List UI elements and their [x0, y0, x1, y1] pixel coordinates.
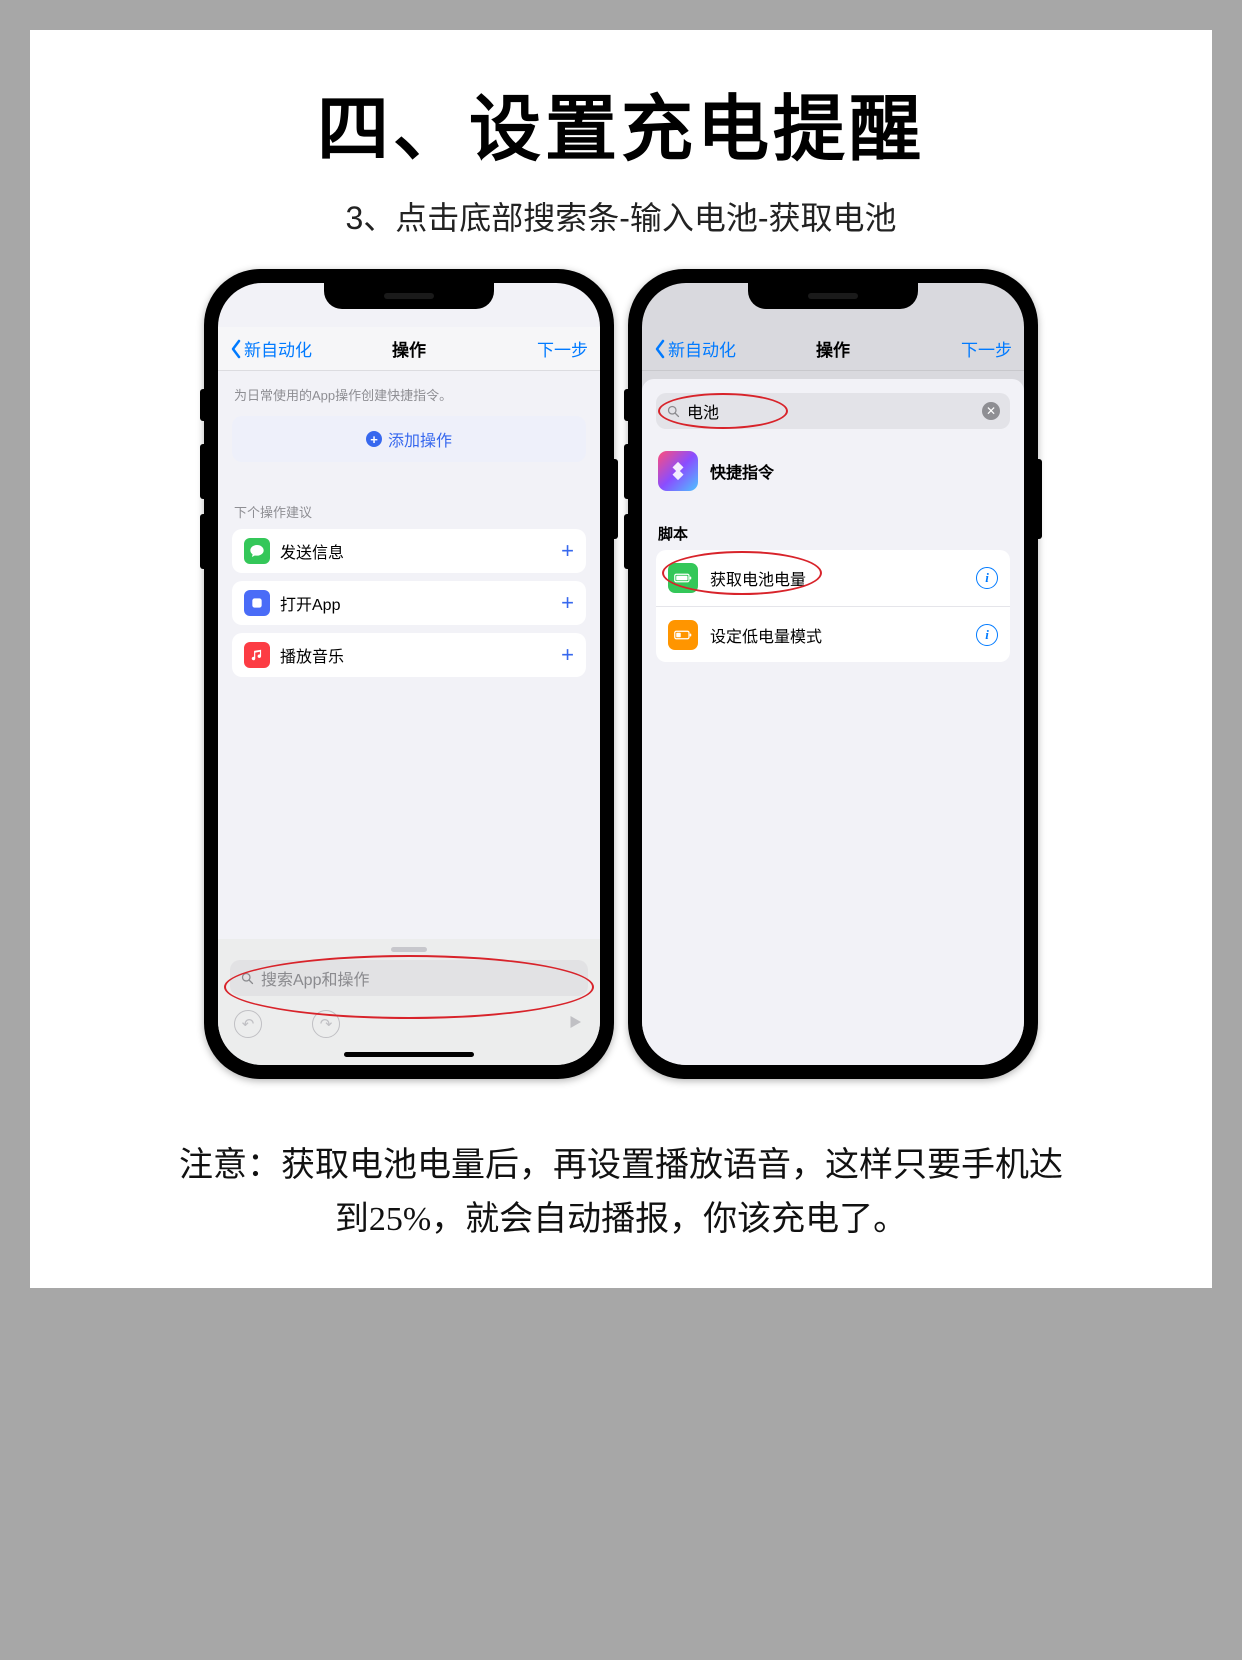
battery-icon: [668, 563, 698, 593]
suggestion-label: 发送信息: [280, 539, 344, 563]
suggestions-list: 发送信息 + 打开App +: [218, 529, 600, 677]
suggestion-item[interactable]: 发送信息 +: [232, 529, 586, 573]
suggestion-label: 播放音乐: [280, 643, 344, 667]
suggestion-item[interactable]: 播放音乐 +: [232, 633, 586, 677]
app-icon: [244, 590, 270, 616]
add-action-button[interactable]: + 添加操作: [232, 416, 586, 462]
page-subtitle: 3、点击底部搜索条-输入电池-获取电池: [70, 193, 1172, 239]
low-battery-icon: [668, 620, 698, 650]
grabber-handle[interactable]: [391, 947, 427, 952]
chevron-left-icon: [654, 339, 666, 359]
phone-mockup-1: 新自动化 操作 下一步 为日常使用的App操作创建快捷指令。 + 添加操作 下个…: [204, 269, 614, 1079]
music-icon: [244, 642, 270, 668]
bottom-sheet-bar: 搜索App和操作 ↶ ↷: [218, 939, 600, 1065]
back-button[interactable]: 新自动化: [654, 336, 736, 361]
navbar: 新自动化 操作 下一步: [218, 327, 600, 371]
shortcuts-label: 快捷指令: [710, 459, 774, 483]
chevron-left-icon: [230, 339, 242, 359]
phone-mockup-2: 新自动化 操作 下一步 电池 ✕: [628, 269, 1038, 1079]
notch: [748, 283, 918, 309]
home-indicator: [344, 1052, 474, 1057]
hint-text: 为日常使用的App操作创建快捷指令。: [218, 371, 600, 416]
phone1-screen: 新自动化 操作 下一步 为日常使用的App操作创建快捷指令。 + 添加操作 下个…: [218, 283, 600, 1065]
nav-title: 操作: [392, 336, 426, 361]
option-label: 设定低电量模式: [710, 623, 822, 647]
search-input[interactable]: 搜索App和操作: [230, 960, 588, 996]
back-label: 新自动化: [668, 336, 736, 361]
page-title: 四、设置充电提醒: [70, 70, 1172, 175]
options-list: 获取电池电量 i 设定低电量模式 i: [656, 550, 1010, 662]
clear-button[interactable]: ✕: [982, 402, 1000, 420]
footer-note: 注意：获取电池电量后，再设置播放语音，这样只要手机达 到25%，就会自动播报，你…: [70, 1139, 1172, 1248]
play-button[interactable]: [566, 1013, 584, 1036]
add-action-label: 添加操作: [388, 427, 452, 451]
phone2-screen: 新自动化 操作 下一步 电池 ✕: [642, 283, 1024, 1065]
search-icon: [240, 971, 255, 986]
note-line-1: 注意：获取电池电量后，再设置播放语音，这样只要手机达: [70, 1139, 1172, 1193]
shortcuts-app-row[interactable]: 快捷指令: [642, 439, 1024, 503]
search-input[interactable]: 电池 ✕: [656, 393, 1010, 429]
message-icon: [244, 538, 270, 564]
next-button[interactable]: 下一步: [961, 336, 1012, 361]
nav-title: 操作: [816, 336, 850, 361]
back-button[interactable]: 新自动化: [230, 336, 312, 361]
content-area: 电池 ✕ 快捷指令 脚本: [642, 371, 1024, 1065]
section-header: 脚本: [642, 503, 1024, 550]
plus-circle-icon: +: [366, 431, 382, 447]
suggestion-label: 打开App: [280, 591, 340, 615]
shortcuts-app-icon: [658, 451, 698, 491]
content-area: 为日常使用的App操作创建快捷指令。 + 添加操作 下个操作建议 发送信息 +: [218, 371, 600, 1065]
suggestions-header: 下个操作建议: [218, 462, 600, 529]
suggestion-item[interactable]: 打开App +: [232, 581, 586, 625]
search-value: 电池: [687, 399, 719, 423]
plus-icon: +: [561, 642, 574, 668]
option-label: 获取电池电量: [710, 566, 806, 590]
search-sheet: 电池 ✕ 快捷指令 脚本: [642, 379, 1024, 1065]
option-get-battery[interactable]: 获取电池电量 i: [656, 550, 1010, 606]
navbar: 新自动化 操作 下一步: [642, 327, 1024, 371]
next-button[interactable]: 下一步: [537, 336, 588, 361]
phones-row: 新自动化 操作 下一步 为日常使用的App操作创建快捷指令。 + 添加操作 下个…: [70, 269, 1172, 1079]
undo-button[interactable]: ↶: [234, 1010, 262, 1038]
notch: [324, 283, 494, 309]
redo-button[interactable]: ↷: [312, 1010, 340, 1038]
plus-icon: +: [561, 590, 574, 616]
search-placeholder: 搜索App和操作: [261, 966, 369, 990]
info-icon[interactable]: i: [976, 567, 998, 589]
plus-icon: +: [561, 538, 574, 564]
info-icon[interactable]: i: [976, 624, 998, 646]
back-label: 新自动化: [244, 336, 312, 361]
search-icon: [666, 404, 681, 419]
option-low-power[interactable]: 设定低电量模式 i: [656, 606, 1010, 662]
tutorial-page: 四、设置充电提醒 3、点击底部搜索条-输入电池-获取电池 新自动化 操作 下一步…: [30, 30, 1212, 1288]
toolbar: ↶ ↷: [218, 1002, 600, 1046]
note-line-2: 到25%，就会自动播报，你该充电了。: [70, 1193, 1172, 1247]
